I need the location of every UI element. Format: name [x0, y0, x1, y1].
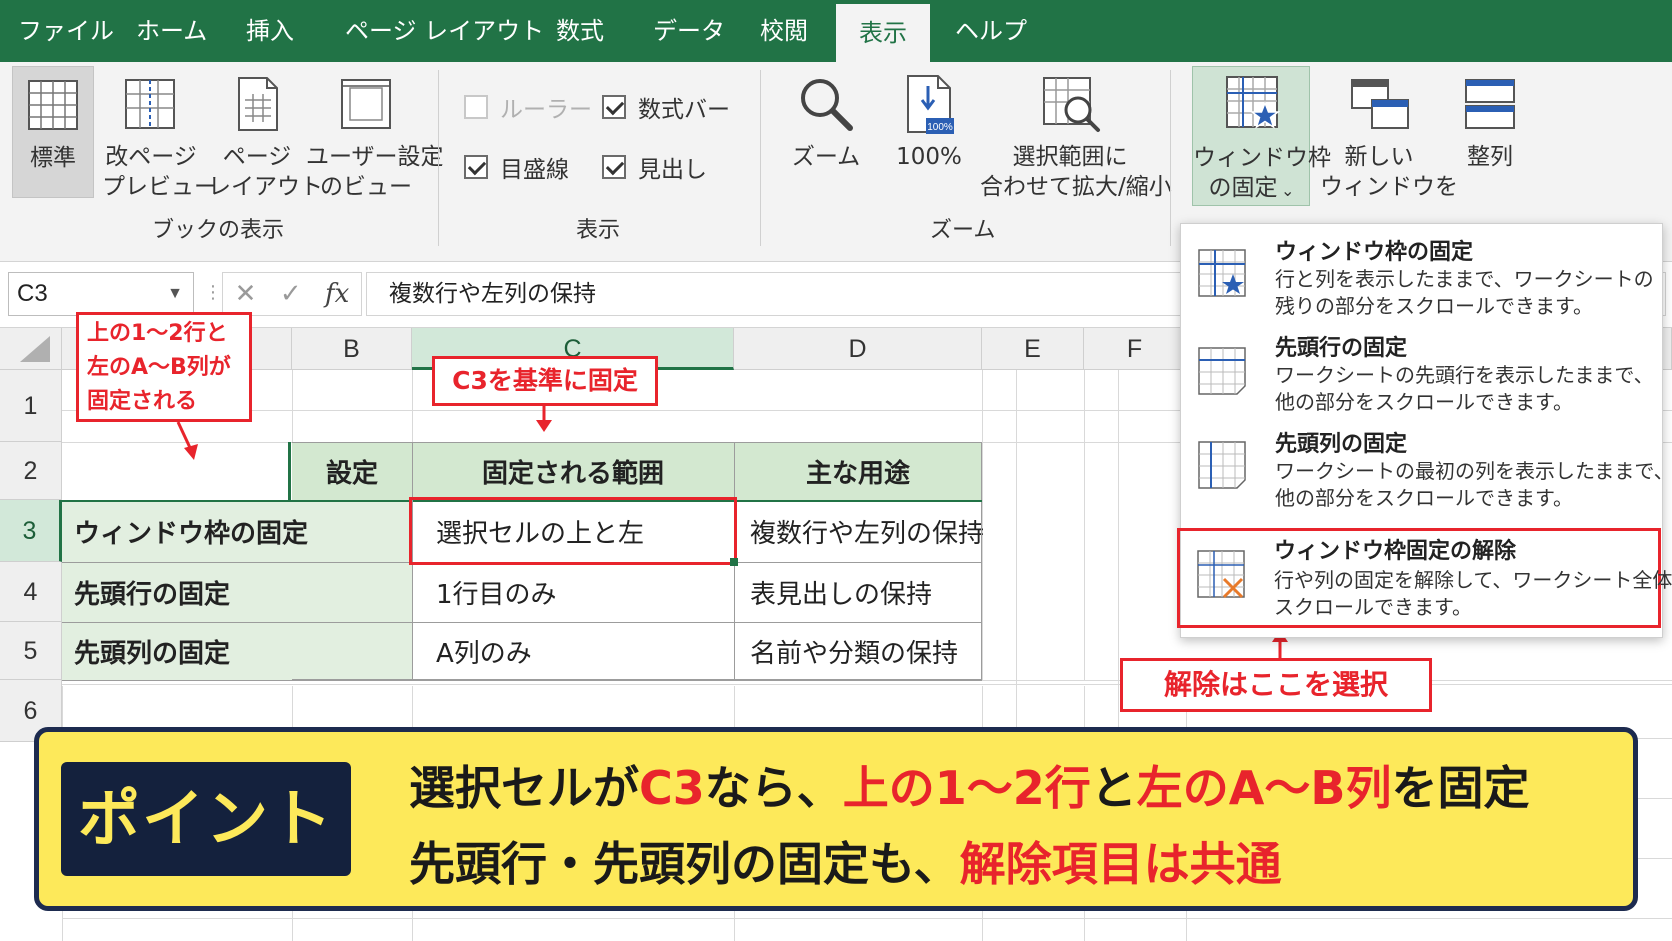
row-header-5[interactable]: 5 — [0, 622, 62, 680]
tab-page-layout[interactable]: ページ レイアウト — [345, 0, 544, 62]
zoom-to-selection-button[interactable]: 選択範囲に 合わせて拡大/縮小 — [980, 66, 1172, 200]
row-header-4[interactable]: 4 — [0, 562, 62, 622]
normal-view-icon — [28, 80, 78, 130]
gridlines-checkbox[interactable]: 目盛線 — [464, 150, 569, 184]
tab-home[interactable]: ホーム — [136, 0, 207, 62]
new-window-icon — [1351, 79, 1409, 129]
page-layout-button[interactable]: ページ レイアウト — [208, 66, 323, 200]
tab-insert[interactable]: 挿入 — [246, 0, 294, 62]
column-header-f[interactable]: F — [1084, 328, 1186, 370]
name-box[interactable]: C3 ▼ — [8, 272, 194, 316]
group-label-zoom: ズーム — [930, 218, 996, 243]
menu-item-freeze-top-row[interactable]: 先頭行の固定 ワークシートの先頭行を表示したままで、 他の部分をスクロールできま… — [1181, 324, 1664, 424]
table-rule — [62, 680, 982, 681]
table-rule — [62, 622, 982, 623]
ribbon-separator — [438, 70, 439, 246]
gridline — [1084, 370, 1085, 680]
selected-cell-c3[interactable] — [409, 497, 737, 565]
zoom-button[interactable]: ズーム — [780, 66, 872, 198]
zoom-to-selection-icon — [1043, 77, 1100, 132]
point-line-2: 先頭行・先頭列の固定も、解除項目は共通 — [409, 837, 1282, 891]
freeze-first-column-icon — [1198, 441, 1246, 489]
formula-bar-check-icon — [602, 95, 626, 119]
column-header-d[interactable]: D — [734, 328, 982, 370]
select-all-corner[interactable] — [0, 328, 62, 370]
svg-text:100%: 100% — [927, 122, 953, 133]
menu-bar: ファイル ホーム 挿入 ページ レイアウト 数式 データ 校閲 表示 ヘルプ — [0, 0, 1672, 62]
column-header-b[interactable]: B — [292, 328, 412, 370]
tab-data[interactable]: データ — [653, 0, 725, 62]
group-label-show: 表示 — [576, 218, 621, 243]
menu-item-freeze-panes[interactable]: ウィンドウ枠の固定 行と列を表示したままで、ワークシートの 残りの部分をスクロー… — [1181, 224, 1664, 324]
gridline — [62, 918, 1672, 919]
custom-views-icon — [341, 79, 391, 129]
menu-item-unfreeze-panes[interactable]: ウィンドウ枠固定の解除 行や列の固定を解除して、ワークシート全体を スクロールで… — [1177, 528, 1672, 628]
gridline — [1118, 370, 1119, 750]
enter-icon[interactable]: ✓ — [280, 279, 302, 309]
freeze-top-row-icon — [1198, 347, 1246, 395]
tab-formulas[interactable]: 数式 — [556, 0, 604, 62]
freeze-panes-menu: ウィンドウ枠の固定 行と列を表示したままで、ワークシートの 残りの部分をスクロー… — [1177, 223, 1672, 638]
fill-handle[interactable] — [730, 558, 738, 566]
group-label-book-view: ブックの表示 — [152, 218, 285, 243]
tab-review[interactable]: 校閲 — [760, 0, 808, 62]
ruler-checkbox[interactable]: ルーラー — [464, 90, 592, 124]
cancel-icon[interactable]: ✕ — [235, 279, 257, 309]
callout-frozen-area: 上の1〜2行と 左のA〜B列が 固定される — [76, 312, 252, 422]
freeze-panes-button[interactable]: ウィンドウ枠 の固定 ⌄ — [1192, 66, 1331, 206]
headings-check-icon — [602, 155, 626, 179]
arrange-button[interactable]: 整列 — [1450, 66, 1530, 198]
normal-view-button[interactable]: 標準 — [12, 66, 94, 198]
magnifier-icon — [801, 79, 853, 131]
callout-arrow-icon — [536, 404, 552, 432]
gridline — [292, 370, 293, 442]
callout-arrow-icon — [176, 422, 198, 460]
gridlines-check-icon — [464, 155, 488, 179]
row-header-2[interactable]: 2 — [0, 442, 62, 500]
point-line-1: 選択セルがC3なら、上の1〜2行と左のA〜B列を固定 — [409, 761, 1530, 815]
row-header-1[interactable]: 1 — [0, 370, 62, 442]
row-header-3[interactable]: 3 — [0, 500, 62, 562]
page-break-preview-button[interactable]: 改ページ プレビュー — [102, 66, 217, 200]
zoom-100-button[interactable]: 100% 100% — [880, 66, 978, 198]
ribbon-separator — [760, 70, 761, 246]
point-panel: ポイント 選択セルがC3なら、上の1〜2行と左のA〜B列を固定 先頭行・先頭列の… — [34, 727, 1638, 911]
custom-views-button[interactable]: ユーザー設定 のビュー — [306, 66, 444, 200]
ruler-check-icon — [464, 95, 488, 119]
ribbon-separator — [1170, 70, 1171, 246]
freeze-panes-icon — [1226, 76, 1281, 129]
tab-help[interactable]: ヘルプ — [955, 0, 1027, 62]
formula-controls: ✕ ✓ fx — [222, 272, 362, 316]
freeze-panes-icon — [1198, 249, 1246, 297]
arrange-icon — [1465, 79, 1515, 129]
menu-item-freeze-first-column[interactable]: 先頭列の固定 ワークシートの最初の列を表示したままで、 他の部分をスクロールでき… — [1181, 420, 1672, 516]
chevron-down-icon[interactable]: ▼ — [167, 273, 183, 315]
gridline — [1016, 370, 1017, 750]
tab-file[interactable]: ファイル — [18, 0, 114, 62]
table-row-setting[interactable]: 先頭行の固定 — [62, 562, 292, 622]
callout-unfreeze-here: 解除はここを選択 — [1120, 658, 1432, 712]
gridline — [412, 370, 413, 442]
resize-handle-icon[interactable]: ⋮ — [204, 282, 222, 303]
chevron-down-icon: ⌄ — [1281, 181, 1295, 200]
column-header-e[interactable]: E — [982, 328, 1084, 370]
point-badge: ポイント — [61, 762, 351, 876]
unfreeze-panes-icon — [1197, 550, 1245, 599]
freeze-line-vertical — [288, 442, 291, 500]
page-break-icon — [125, 79, 175, 129]
new-window-button[interactable]: 新しい ウィンドウを — [1320, 66, 1458, 200]
callout-c3-base: C3を基準に固定 — [432, 356, 658, 406]
headings-checkbox[interactable]: 見出し — [602, 150, 707, 184]
table-row-setting[interactable]: 先頭列の固定 — [62, 622, 292, 680]
page-layout-icon — [238, 77, 278, 131]
insert-function-icon[interactable]: fx — [325, 279, 349, 309]
zoom-100-icon: 100% — [907, 75, 954, 134]
tab-view[interactable]: 表示 — [836, 4, 930, 62]
formula-bar-checkbox[interactable]: 数式バー — [602, 90, 730, 124]
select-all-icon — [20, 336, 50, 362]
